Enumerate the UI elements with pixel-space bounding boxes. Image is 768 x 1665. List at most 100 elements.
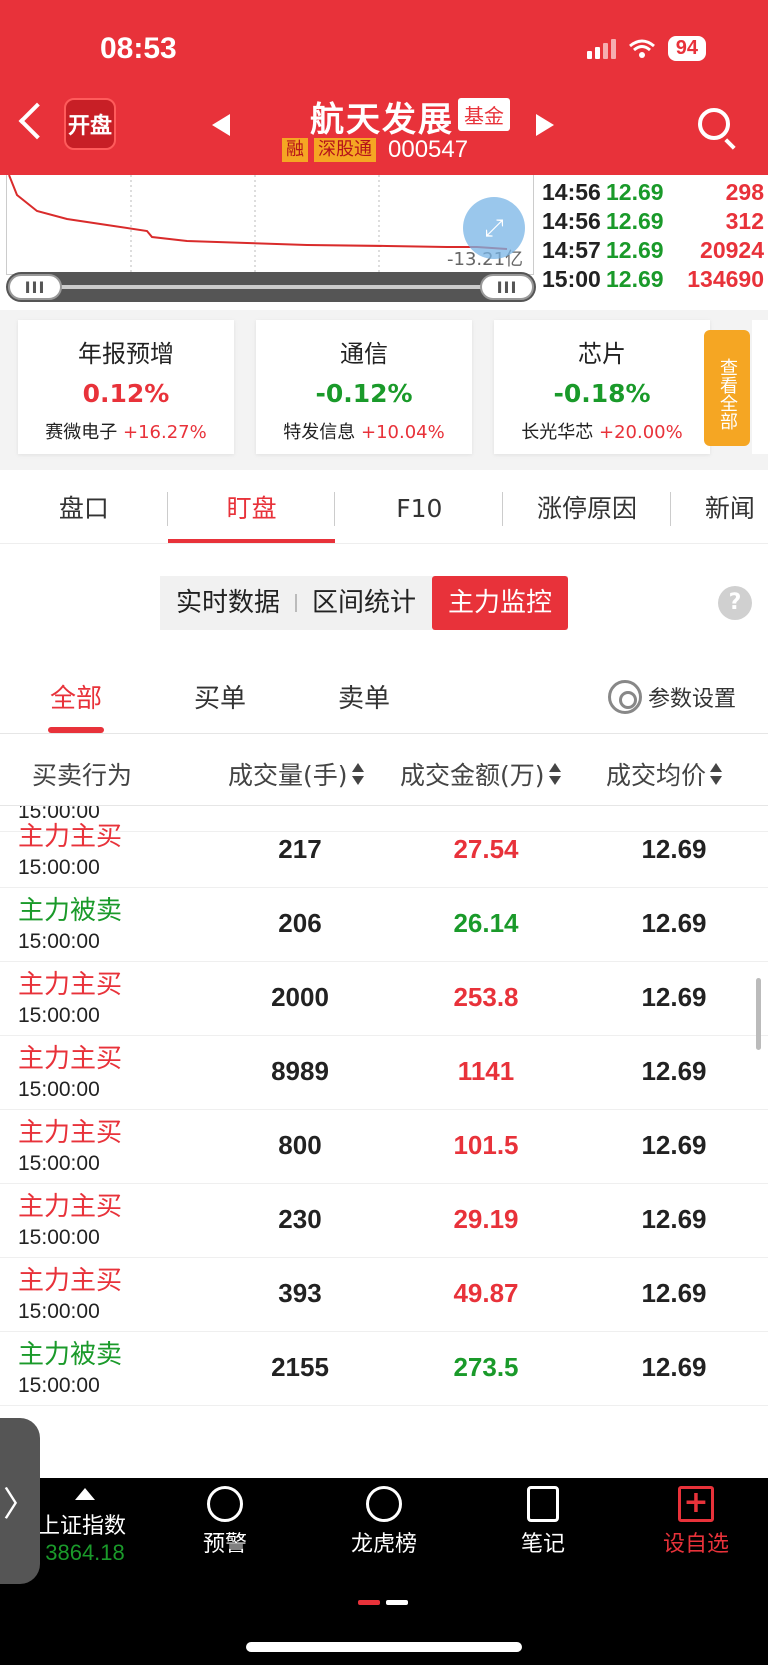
table-row[interactable]: 主力主买 15:00:00 800 101.5 12.69 — [0, 1106, 768, 1184]
expand-icon[interactable]: ⤢ — [463, 197, 525, 259]
home-indicator[interactable] — [246, 1642, 522, 1652]
up-triangle-icon — [75, 1488, 95, 1500]
filter-sell[interactable]: 卖单 — [338, 678, 390, 715]
trade-volume: 217 — [278, 834, 322, 864]
trade-action: 主力主买 — [18, 822, 123, 852]
sector-card[interactable]: 通信 -0.12% 特发信息 +10.04% — [256, 320, 472, 454]
nav-add-watchlist[interactable]: + 设自选 — [656, 1486, 736, 1558]
trade-action: 主力被卖 — [18, 896, 123, 926]
trade-time: 15:00:00 — [18, 1300, 100, 1323]
filter-buy[interactable]: 买单 — [194, 678, 246, 715]
bottom-nav: 上证指数 3864.18 预警 龙虎榜 笔记 + 设自选 — [0, 1478, 768, 1665]
col-action: 买卖行为 — [32, 761, 133, 790]
segment-main-force[interactable]: 主力监控 — [432, 576, 569, 630]
table-row[interactable]: 主力被卖 15:00:00 206 26.14 12.69 — [0, 884, 768, 962]
monitor-mode-segment: 实时数据 区间统计 主力监控 — [160, 576, 569, 630]
trade-amount: 101.5 — [453, 1130, 519, 1160]
target-icon — [366, 1486, 402, 1522]
back-arrow-icon[interactable] — [18, 102, 56, 140]
table-row[interactable]: 主力主买 15:00:00 2000 253.8 12.69 — [0, 958, 768, 1036]
trade-action: 主力主买 — [18, 1192, 123, 1222]
slider-left-handle[interactable]: III — [8, 274, 62, 300]
col-amount[interactable]: 成交金额(万) — [400, 756, 561, 792]
sort-icon — [710, 762, 723, 786]
col-volume[interactable]: 成交量(手) — [228, 756, 364, 792]
trade-action: 主力主买 — [18, 1266, 123, 1296]
tab-f10[interactable]: F10 — [335, 474, 503, 543]
time-range-slider[interactable]: III III — [6, 272, 536, 302]
nav-alert[interactable]: 预警 — [190, 1486, 260, 1558]
index-ticker[interactable]: 上证指数 3864.18 — [30, 1486, 140, 1566]
help-icon[interactable]: ? — [718, 586, 752, 620]
tick-row: 14:57 12.69 20924 — [542, 237, 764, 263]
trade-amount: 27.54 — [453, 834, 519, 864]
trade-avg-price: 12.69 — [641, 982, 707, 1012]
tick-row: 14:56 12.69 298 — [542, 179, 764, 205]
sort-icon — [351, 762, 364, 786]
sector-card-peek — [752, 320, 768, 454]
tick-row: 14:56 12.69 312 — [542, 208, 764, 234]
trade-volume: 2000 — [271, 982, 329, 1012]
page-indicator — [358, 1600, 408, 1605]
settings-label: 参数设置 — [648, 687, 737, 712]
trade-action: 主力主买 — [18, 1118, 123, 1148]
trade-time: 15:00:00 — [18, 1004, 100, 1027]
trade-action: 主力主买 — [18, 1044, 123, 1074]
stock-name: 航天发展 — [310, 100, 454, 140]
trade-amount: 273.5 — [453, 1352, 519, 1382]
kaipan-logo-button[interactable]: 开盘 — [64, 98, 116, 150]
nav-notes[interactable]: 笔记 — [508, 1486, 578, 1558]
trade-time: 15:00:00 — [18, 930, 100, 953]
table-row[interactable]: 主力主买 15:00:00 217 27.54 12.69 — [0, 810, 768, 888]
sort-icon — [548, 762, 561, 786]
search-icon[interactable] — [698, 108, 730, 140]
trade-avg-price: 12.69 — [641, 908, 707, 938]
fund-tag[interactable]: 基金 — [458, 98, 510, 131]
nav-dragon-tiger[interactable]: 龙虎榜 — [344, 1486, 424, 1558]
parameter-settings-button[interactable]: 参数设置 — [608, 680, 736, 714]
tab-pankou[interactable]: 盘口 — [0, 474, 168, 543]
trade-amount: 29.19 — [453, 1204, 519, 1234]
previous-stock-arrow-icon[interactable] — [212, 114, 230, 136]
col-avg-price[interactable]: 成交均价 — [606, 756, 723, 792]
segment-realtime[interactable]: 实时数据 — [160, 576, 298, 630]
sector-card[interactable]: 芯片 -0.18% 长光华芯 +20.00% — [494, 320, 710, 454]
trade-avg-price: 12.69 — [641, 1352, 707, 1382]
view-all-sectors-button[interactable]: 查看全部 — [704, 330, 750, 446]
stock-subtitle: 融 深股通 000547 — [282, 136, 468, 164]
fund-flow-chart[interactable]: -13.21亿 ⤢ — [6, 175, 534, 275]
status-time: 08:53 — [100, 32, 177, 65]
next-stock-arrow-icon[interactable] — [536, 114, 554, 136]
side-panel-toggle-chevron-icon[interactable]: 〉 — [0, 1418, 40, 1584]
table-row[interactable]: 主力被卖 15:00:00 2155 273.5 12.69 — [0, 1328, 768, 1406]
table-row[interactable]: 主力主买 15:00:00 393 49.87 12.69 — [0, 1254, 768, 1332]
slider-right-handle[interactable]: III — [480, 274, 534, 300]
trade-volume: 800 — [278, 1130, 322, 1160]
status-icons: 94 — [586, 36, 706, 61]
table-row[interactable]: 主力主买 15:00:00 8989 1141 12.69 — [0, 1032, 768, 1110]
battery-indicator: 94 — [667, 36, 706, 61]
page-dot — [386, 1600, 408, 1605]
trade-time: 15:00:00 — [18, 856, 100, 879]
sector-card[interactable]: 年报预增 0.12% 赛微电子 +16.27% — [18, 320, 234, 454]
tab-news[interactable]: 新闻 — [671, 474, 768, 543]
trade-avg-price: 12.69 — [641, 1204, 707, 1234]
tab-dingpan[interactable]: 盯盘 — [167, 474, 336, 543]
scrollbar[interactable] — [756, 978, 761, 1050]
alarm-clock-icon — [207, 1486, 243, 1522]
segment-interval[interactable]: 区间统计 — [296, 576, 432, 630]
stock-header: 08:53 94 开盘 航天发展 基金 融 深股通 000547 — [0, 0, 768, 175]
tab-limit-up-reason[interactable]: 涨停原因 — [503, 474, 671, 543]
trade-amount: 49.87 — [453, 1278, 519, 1308]
plus-icon: + — [678, 1486, 714, 1522]
slider-track — [52, 285, 490, 289]
trade-action: 主力被卖 — [18, 1340, 123, 1370]
filter-all[interactable]: 全部 — [47, 678, 105, 733]
table-row[interactable]: 主力主买 15:00:00 230 29.19 12.69 — [0, 1180, 768, 1258]
trade-table[interactable]: 15:00:00 主力主买 15:00:00 217 27.54 12.69 主力被卖 15… — [0, 806, 768, 1478]
trade-amount: 253.8 — [453, 982, 519, 1012]
trade-volume: 2155 — [271, 1352, 329, 1382]
trade-volume: 230 — [278, 1204, 322, 1234]
trade-amount: 26.14 — [453, 908, 519, 938]
trade-avg-price: 12.69 — [641, 1278, 707, 1308]
